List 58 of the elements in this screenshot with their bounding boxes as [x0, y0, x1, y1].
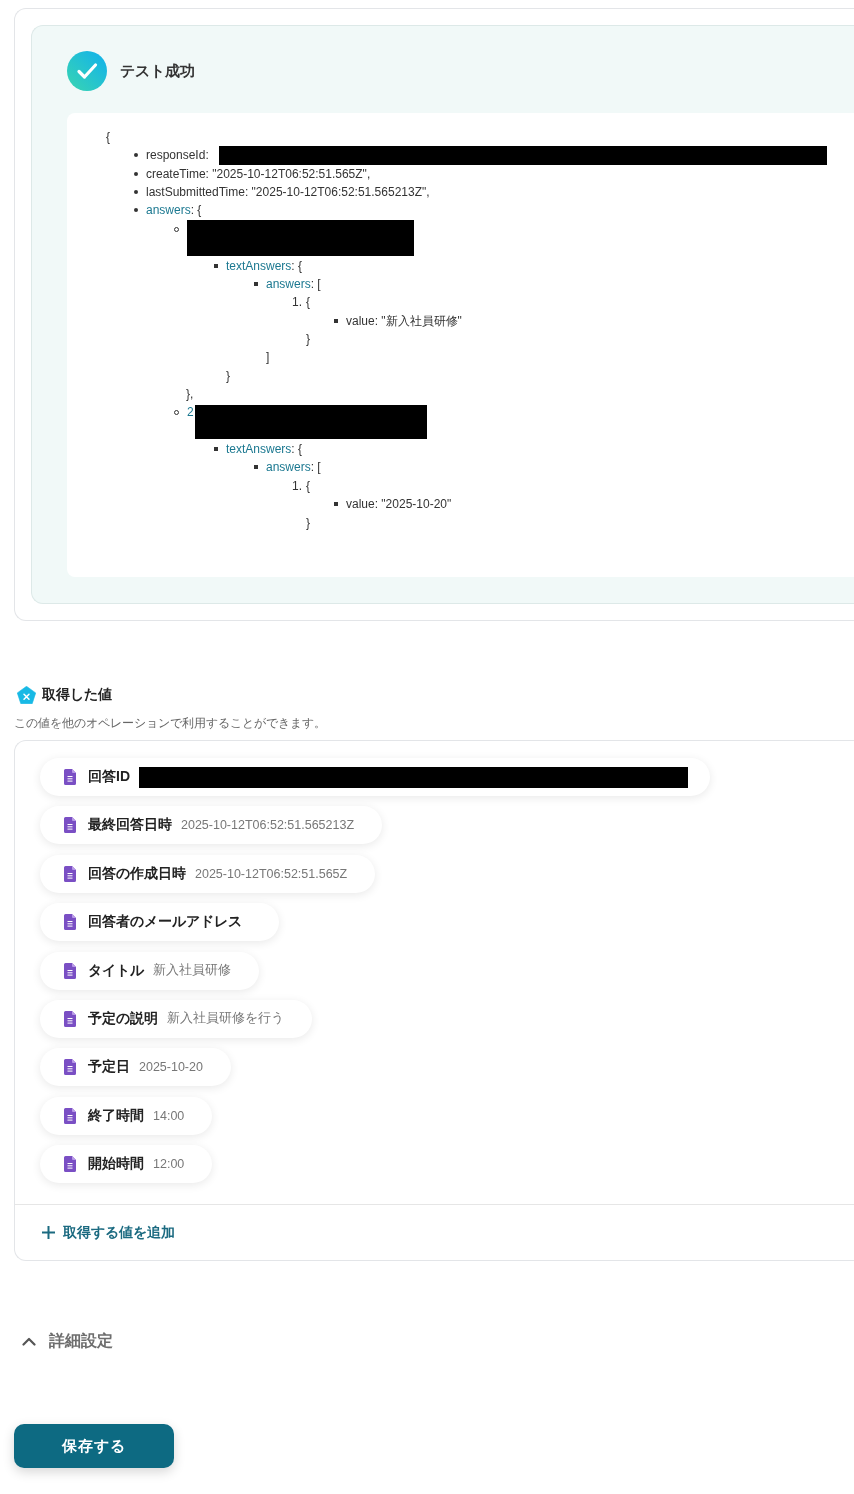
square-bullet-icon: [334, 318, 338, 323]
code-line: ]: [266, 349, 270, 367]
value-chip[interactable]: 回答者のメールアドレス: [40, 903, 279, 942]
disc-bullet-icon: [134, 171, 138, 176]
square-bullet-icon: [254, 281, 258, 286]
code-line: {: [306, 294, 310, 312]
value-chip[interactable]: 終了時間 14:00: [40, 1096, 213, 1135]
advanced-settings-toggle[interactable]: 詳細設定: [14, 1330, 113, 1353]
pentagon-x-icon: [17, 686, 36, 704]
code-line: 2: [187, 404, 194, 422]
list-number: 1.: [291, 477, 302, 495]
code-line: createTime: "2025-10-12T06:52:51.565Z",: [146, 165, 371, 183]
square-bullet-icon: [334, 502, 338, 507]
document-icon: [64, 817, 76, 834]
code-line: lastSubmittedTime: "2025-10-12T06:52:51.565213Z",: [146, 184, 430, 202]
value-chip[interactable]: 予定の説明 新入社員研修を行う: [40, 999, 312, 1038]
code-line: value: "2025-10-20": [346, 496, 452, 514]
list-number: 1.: [291, 294, 302, 312]
document-icon: [64, 769, 76, 785]
plus-icon: [42, 1226, 55, 1240]
code-line: textAnswers: {: [226, 441, 303, 459]
value-chip[interactable]: 予定日 2025-10-20: [40, 1048, 231, 1087]
code-line: answers: [: [266, 275, 321, 293]
value-chip[interactable]: 開始時間 12:00: [40, 1145, 213, 1184]
disc-bullet-icon: [134, 153, 138, 158]
document-icon: [64, 962, 76, 979]
code-line: answers: [: [266, 459, 321, 477]
value-chip[interactable]: 回答ID: [40, 758, 710, 796]
code-line: responseId:: [146, 147, 209, 165]
document-icon: [64, 1107, 76, 1124]
document-icon: [64, 914, 76, 931]
code-line: }: [226, 367, 230, 385]
code-line: textAnswers: {: [226, 257, 303, 275]
section-title: 取得した値: [42, 686, 112, 704]
code-line: }: [306, 514, 310, 532]
save-button[interactable]: 保存する: [14, 1424, 174, 1469]
disc-bullet-icon: [134, 190, 138, 195]
square-bullet-icon: [214, 263, 218, 268]
disc-bullet-icon: [134, 208, 138, 213]
code-line: },: [186, 386, 194, 404]
value-chip[interactable]: タイトル 新入社員研修: [40, 951, 259, 990]
section-description: この値を他のオペレーションで利用することができます。: [14, 715, 326, 731]
code-line: value: "新入社員研修": [346, 312, 462, 330]
code-line: answers: {: [146, 202, 202, 220]
document-icon: [64, 1059, 76, 1076]
value-chip[interactable]: 最終回答日時 2025-10-12T06:52:51.565213Z: [40, 806, 383, 845]
value-chip[interactable]: 回答の作成日時 2025-10-12T06:52:51.565Z: [40, 854, 376, 893]
code-line: }: [306, 330, 310, 348]
code-line: {: [306, 477, 310, 495]
code-line: {: [106, 129, 110, 146]
check-circle-icon: [67, 51, 107, 91]
document-icon: [64, 865, 76, 882]
add-value-button[interactable]: 取得する値を追加: [42, 1223, 175, 1242]
document-icon: [64, 1010, 76, 1027]
status-title: テスト成功: [120, 61, 195, 81]
square-bullet-icon: [254, 465, 258, 470]
square-bullet-icon: [214, 447, 218, 452]
document-icon: [64, 1156, 76, 1173]
